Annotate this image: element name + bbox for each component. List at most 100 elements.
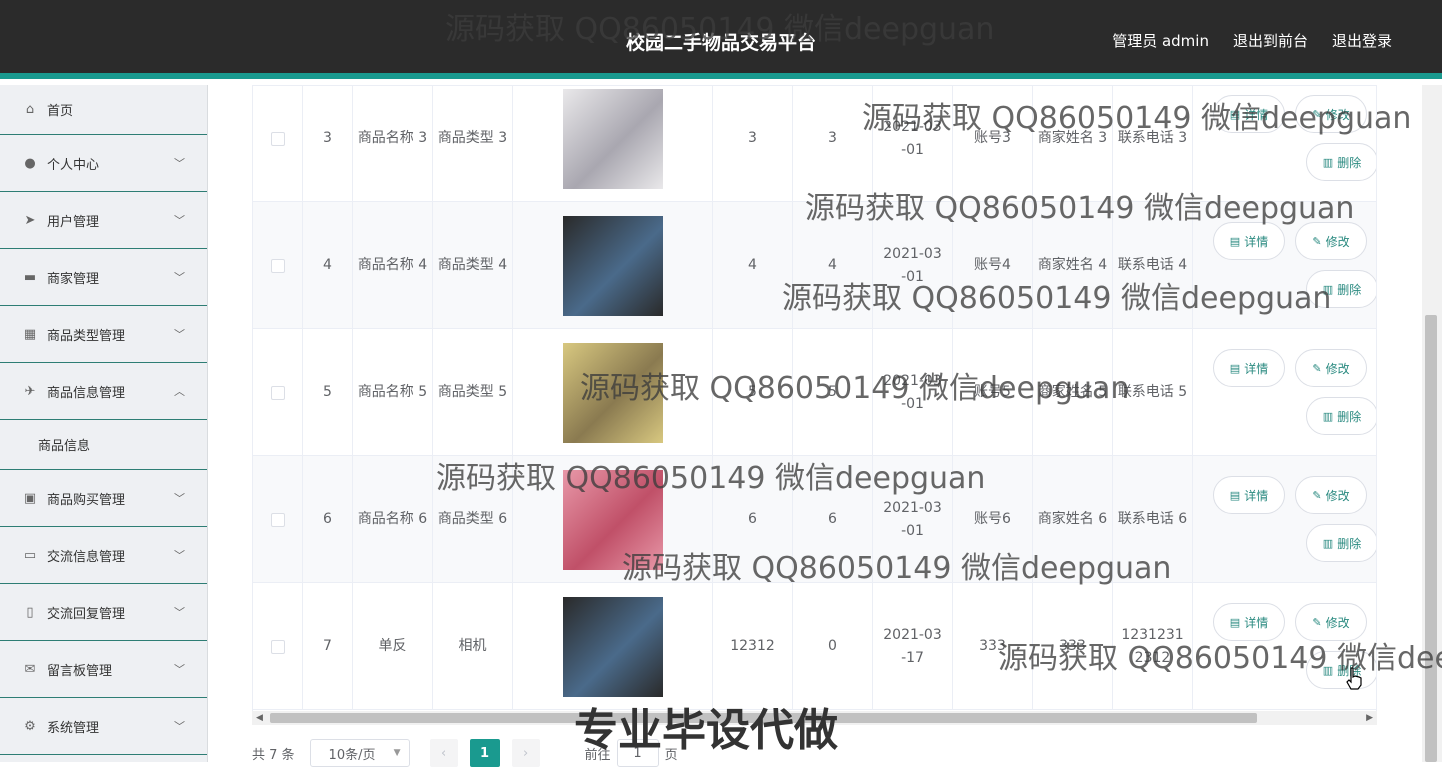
- edit-button[interactable]: ✎ 修改: [1295, 603, 1367, 641]
- delete-button[interactable]: ▥ 删除: [1306, 270, 1376, 308]
- detail-button[interactable]: ▤ 详情: [1213, 476, 1285, 514]
- sidebar-subitem-goods-info[interactable]: 商品信息: [0, 420, 207, 470]
- goto-page-input[interactable]: [616, 739, 659, 767]
- sidebar-item[interactable]: ⚙ 系统管理 ﹀: [0, 698, 207, 755]
- row-actions: ▤ 详情 ✎ 修改 ▥ 删除: [1193, 329, 1376, 456]
- horizontal-scrollbar[interactable]: ◀ ▶: [252, 711, 1377, 725]
- sidebar-item[interactable]: ➤ 用户管理 ﹀: [0, 192, 207, 249]
- row-checkbox[interactable]: [270, 385, 285, 400]
- trash-icon: ▥: [1322, 536, 1334, 550]
- user-icon: ●: [24, 155, 36, 171]
- edit-button[interactable]: ✎ 修改: [1295, 349, 1367, 387]
- sidebar-item[interactable]: ⌂ 首页: [0, 85, 207, 135]
- settings-icon: ⚙: [24, 718, 36, 734]
- button-label: 修改: [1325, 361, 1350, 376]
- delete-button[interactable]: ▥ 删除: [1306, 651, 1376, 689]
- page-number-button[interactable]: 1: [469, 739, 500, 767]
- product-thumbnail[interactable]: [562, 342, 663, 443]
- product-thumbnail[interactable]: [562, 215, 663, 316]
- chevron-down-icon: ﹀: [174, 328, 185, 341]
- cell-phone: 联系电话 5: [1113, 329, 1193, 456]
- goods-table: 3 商品名称 3 商品类型 3 3 3 2021-03 -01 账号3 商家姓名 3 联系电话 …: [252, 85, 1377, 725]
- cell-date: 2021-03 -01: [873, 329, 953, 456]
- sidebar-item[interactable]: ▭ 交流信息管理 ﹀: [0, 527, 207, 584]
- delete-button[interactable]: ▥ 删除: [1306, 397, 1376, 435]
- detail-button[interactable]: ▤ 详情: [1213, 222, 1285, 260]
- main-content: 3 商品名称 3 商品类型 3 3 3 2021-03 -01 账号3 商家姓名 3 联系电话 …: [232, 85, 1422, 767]
- chevron-down-icon: ﹀: [174, 549, 185, 562]
- cell-idx: 7: [303, 583, 353, 710]
- cell-acct: 333: [953, 583, 1033, 710]
- edit-icon: ✎: [1312, 361, 1322, 375]
- prev-page-button[interactable]: ‹: [429, 739, 458, 767]
- button-label: 修改: [1325, 488, 1350, 503]
- sidebar-item[interactable]: ▦ 商品类型管理 ﹀: [0, 306, 207, 363]
- cell-b: 0: [793, 583, 873, 710]
- edit-button[interactable]: ✎ 修改: [1295, 95, 1367, 133]
- image-cell: [513, 583, 713, 710]
- detail-button[interactable]: ▤ 详情: [1213, 603, 1285, 641]
- total-count: 共 7 条: [252, 747, 295, 763]
- exit-to-front-link[interactable]: 退出到前台: [1233, 30, 1308, 51]
- admin-user-link[interactable]: 管理员 admin: [1112, 30, 1209, 51]
- next-page-button[interactable]: ›: [511, 739, 540, 767]
- button-label: 详情: [1244, 234, 1269, 249]
- sidebar-item[interactable]: ▯ 交流回复管理 ﹀: [0, 584, 207, 641]
- detail-button[interactable]: ▤ 详情: [1213, 349, 1285, 387]
- sidebar-item[interactable]: ✉ 留言板管理 ﹀: [0, 641, 207, 698]
- scroll-right-icon[interactable]: ▶: [1366, 711, 1373, 725]
- sidebar-item-label: 留言板管理: [47, 663, 113, 679]
- product-thumbnail[interactable]: [562, 88, 663, 189]
- logout-link[interactable]: 退出登录: [1332, 30, 1392, 51]
- page-size-select[interactable]: 10条/页 ▼: [309, 739, 410, 767]
- cell-merchant: 商家姓名 6: [1033, 456, 1113, 583]
- vertical-scroll-thumb[interactable]: [1425, 315, 1437, 762]
- mail-icon: ✉: [24, 661, 36, 677]
- cell-date: 2021-03 -01: [873, 456, 953, 583]
- briefcase-icon: ▬: [23, 269, 37, 285]
- cell-b: 4: [793, 202, 873, 329]
- image-cell: [513, 202, 713, 329]
- sidebar-item[interactable]: ● 个人中心 ﹀: [0, 135, 207, 192]
- cell-phone: 联系电话 4: [1113, 202, 1193, 329]
- scroll-left-icon[interactable]: ◀: [256, 711, 263, 725]
- chevron-down-icon: ﹀: [174, 720, 185, 733]
- image-cell: [513, 86, 713, 202]
- cell-a: 5: [713, 329, 793, 456]
- sidebar-item[interactable]: ▬ 商家管理 ﹀: [0, 249, 207, 306]
- top-nav: 管理员 admin 退出到前台 退出登录: [1112, 30, 1392, 51]
- cell-merchant: 商家姓名 4: [1033, 202, 1113, 329]
- cell-idx: 4: [303, 202, 353, 329]
- cell-idx: 5: [303, 329, 353, 456]
- goto-label: 前往: [584, 747, 611, 763]
- edit-button[interactable]: ✎ 修改: [1295, 476, 1367, 514]
- row-checkbox[interactable]: [270, 512, 285, 527]
- row-checkbox[interactable]: [270, 131, 285, 146]
- sidebar-item[interactable]: ▣ 商品购买管理 ﹀: [0, 470, 207, 527]
- delete-button[interactable]: ▥ 删除: [1306, 143, 1376, 181]
- document-icon: ▤: [1229, 107, 1241, 121]
- row-checkbox[interactable]: [270, 639, 285, 654]
- sidebar-item-label: 商家管理: [47, 271, 100, 287]
- cell-name: 单反: [353, 583, 433, 710]
- hand-cursor-icon: [1346, 667, 1362, 690]
- row-checkbox[interactable]: [270, 258, 285, 273]
- product-thumbnail[interactable]: [562, 596, 663, 697]
- table-row: 5 商品名称 5 商品类型 5 5 5 2021-03 -01 账号5 商家姓名 5 联系电话 …: [253, 329, 1376, 456]
- sidebar-item-label: 交流回复管理: [47, 606, 126, 622]
- edit-icon: ✎: [1312, 488, 1322, 502]
- product-thumbnail[interactable]: [562, 469, 663, 570]
- image-cell: [513, 456, 713, 583]
- cell-b: 6: [793, 456, 873, 583]
- row-actions: ▤ 详情 ✎ 修改 ▥ 删除: [1193, 583, 1376, 710]
- cell-a: 3: [713, 86, 793, 202]
- scroll-thumb[interactable]: [270, 713, 1257, 723]
- sidebar-item[interactable]: ✈ 商品信息管理 ︿: [0, 363, 207, 420]
- vertical-scrollbar[interactable]: [1422, 85, 1442, 762]
- document-icon: ▤: [1229, 488, 1241, 502]
- edit-button[interactable]: ✎ 修改: [1295, 222, 1367, 260]
- cell-merchant: 商家姓名 5: [1033, 329, 1113, 456]
- detail-button[interactable]: ▤ 详情: [1213, 95, 1285, 133]
- delete-button[interactable]: ▥ 删除: [1306, 524, 1376, 562]
- cell-name: 商品名称 5: [353, 329, 433, 456]
